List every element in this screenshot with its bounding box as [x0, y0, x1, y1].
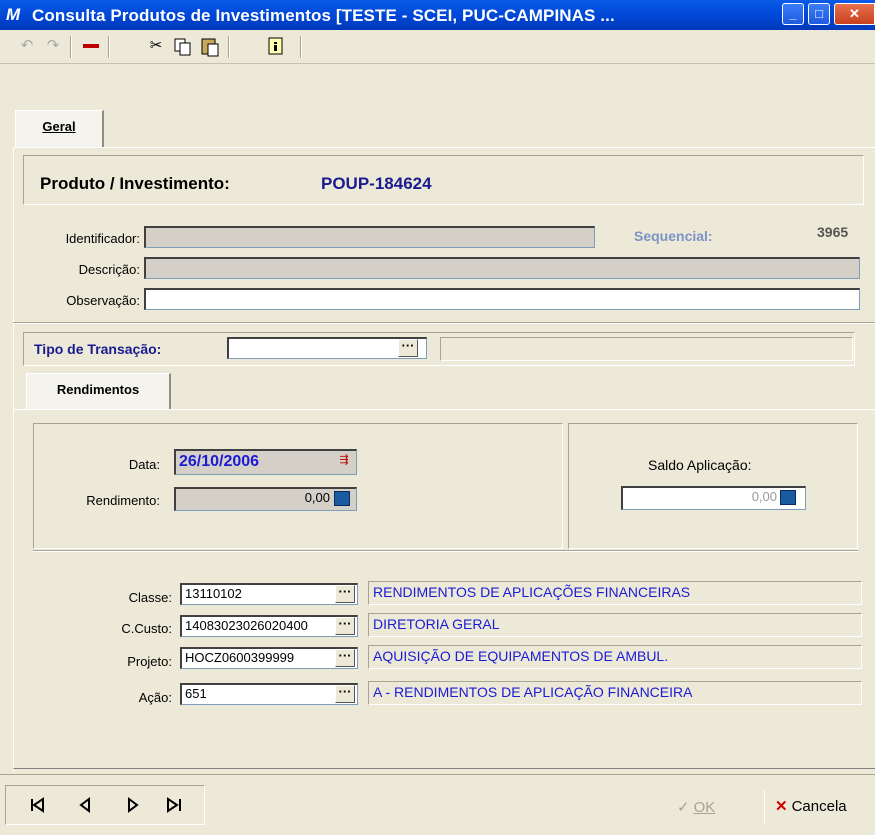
calculator-icon[interactable] [334, 491, 350, 506]
classe-lookup-button[interactable]: ··· [335, 585, 355, 603]
calculator-icon[interactable] [780, 490, 796, 505]
undo-icon[interactable]: ↶ [16, 34, 38, 58]
rendimento-frame [33, 423, 563, 549]
check-icon: ✓ [677, 799, 690, 816]
divider [33, 550, 858, 552]
calendar-icon[interactable]: ⇶ [335, 453, 353, 469]
projeto-lookup-button[interactable]: ··· [335, 649, 355, 667]
product-value: POUP-184624 [321, 174, 432, 193]
acao-lookup-button[interactable]: ··· [335, 685, 355, 703]
header-frame: Produto / Investimento: POUP-184624 [23, 155, 864, 205]
ccusto-label: C.Custo: [121, 621, 172, 636]
delete-icon[interactable] [80, 34, 102, 58]
acao-description: A - RENDIMENTOS DE APLICAÇÃO FINANCEIRA [368, 681, 862, 705]
descricao-label: Descrição: [78, 262, 140, 277]
sequencial-value: 3965 [817, 224, 849, 240]
tab-geral[interactable]: Geral [15, 110, 104, 148]
rendimento-label: Rendimento: [86, 493, 160, 508]
info-icon[interactable] [264, 34, 286, 58]
classe-description: RENDIMENTOS DE APLICAÇÕES FINANCEIRAS [368, 581, 862, 605]
previous-record-icon[interactable] [72, 788, 100, 822]
projeto-field[interactable]: HOCZ0600399999 [180, 647, 358, 669]
ccusto-field[interactable]: 14083023026020400 [180, 615, 358, 637]
toolbar-separator [108, 36, 110, 58]
toolbar: ↶ ↷ ✂ [0, 30, 875, 64]
last-record-icon[interactable] [160, 788, 188, 822]
toolbar-separator [300, 36, 302, 58]
redo-icon[interactable]: ↷ [42, 34, 64, 58]
ok-button[interactable]: ✓ OK [667, 795, 747, 821]
descricao-field[interactable] [144, 257, 860, 279]
ccusto-lookup-button[interactable]: ··· [335, 617, 355, 635]
close-button[interactable]: ✕ [834, 3, 875, 25]
observacao-label: Observação: [66, 293, 140, 308]
data-field[interactable]: 26/10/2006 [174, 449, 357, 475]
toolbar-separator [70, 36, 72, 58]
saldo-label: Saldo Aplicação: [648, 457, 752, 473]
product-label: Produto / Investimento: [40, 174, 230, 193]
title-bar[interactable]: M Consulta Produtos de Investimentos [TE… [0, 0, 875, 30]
divider [13, 322, 875, 324]
classe-field[interactable]: 13110102 [180, 583, 358, 605]
next-record-icon[interactable] [118, 788, 146, 822]
ccusto-description: DIRETORIA GERAL [368, 613, 862, 637]
data-label: Data: [128, 457, 160, 472]
toolbar-separator [228, 36, 230, 58]
tipo-transacao-label: Tipo de Transação: [34, 341, 162, 357]
copy-icon[interactable] [172, 34, 194, 58]
tipo-transacao-lookup-button[interactable]: ··· [398, 339, 418, 357]
classe-label: Classe: [128, 590, 172, 605]
cancel-x-icon: ✕ [775, 798, 788, 815]
window-title: Consulta Produtos de Investimentos [TEST… [32, 6, 615, 25]
acao-field[interactable]: 651 [180, 683, 358, 705]
acao-label: Ação: [138, 690, 172, 705]
identificador-field[interactable] [144, 226, 595, 248]
saldo-field[interactable]: 0,00 [621, 486, 806, 510]
identificador-label: Identificador: [65, 231, 140, 246]
cancel-button[interactable]: ✕ Cancela [764, 790, 875, 824]
projeto-label: Projeto: [127, 654, 172, 669]
minimize-button[interactable]: _ [782, 3, 804, 25]
observacao-field[interactable] [144, 288, 860, 310]
paste-icon[interactable] [199, 34, 221, 58]
projeto-description: AQUISIÇÃO DE EQUIPAMENTOS DE AMBUL. [368, 645, 862, 669]
sequencial-label: Sequencial: [634, 228, 713, 244]
cut-icon[interactable]: ✂ [145, 34, 167, 58]
tipo-transacao-desc [440, 337, 853, 361]
rendimento-field[interactable]: 0,00 [174, 487, 357, 511]
app-logo-icon: M [6, 5, 21, 24]
first-record-icon[interactable] [24, 788, 52, 822]
tab-rendimentos[interactable]: Rendimentos [26, 373, 171, 410]
maximize-button[interactable]: □ [808, 3, 830, 25]
tipo-transacao-field[interactable] [227, 337, 427, 359]
